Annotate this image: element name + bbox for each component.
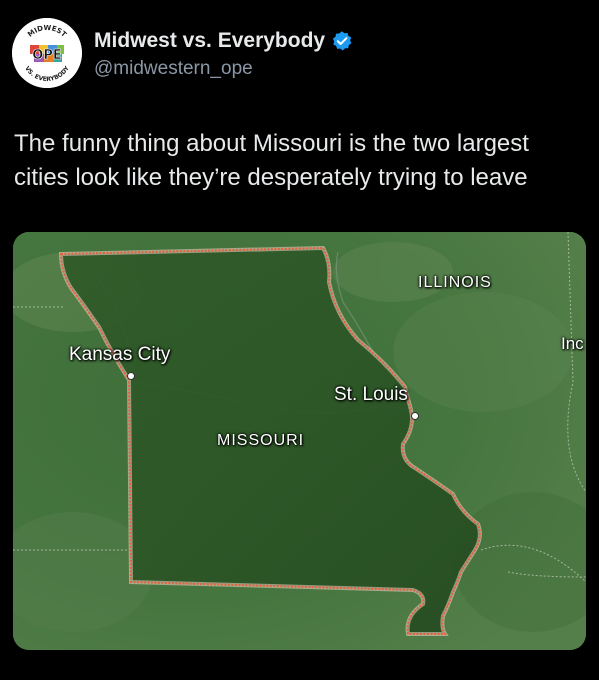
account-identity: Midwest vs. Everybody @midwestern_ope (94, 28, 353, 82)
verified-badge-icon (331, 30, 353, 52)
name-row: Midwest vs. Everybody (94, 28, 353, 54)
illinois-label: ILLINOIS (418, 274, 492, 291)
kansas-city-label: Kansas City (69, 344, 171, 365)
indiana-partial-label: Inc (561, 334, 584, 353)
display-name[interactable]: Midwest vs. Everybody (94, 28, 325, 54)
avatar-center-text: OPE (32, 48, 61, 63)
kansas-city-marker (127, 372, 135, 380)
missouri-label: MISSOURI (217, 432, 305, 449)
account-avatar[interactable]: MIDWEST OPE VS. EVERYBODY (12, 18, 82, 88)
tweet-media-map[interactable]: Kansas City St. Louis MISSOURI ILLINOIS … (13, 232, 586, 650)
st-louis-label: St. Louis (334, 384, 408, 405)
tweet-text: The funny thing about Missouri is the tw… (14, 130, 529, 191)
account-handle[interactable]: @midwestern_ope (94, 56, 353, 82)
st-louis-marker (411, 412, 419, 420)
avatar-logo-icon: MIDWEST OPE VS. EVERYBODY (12, 18, 82, 88)
tweet-post: MIDWEST OPE VS. EVERYBODY Midwest vs. Ev… (0, 0, 599, 680)
